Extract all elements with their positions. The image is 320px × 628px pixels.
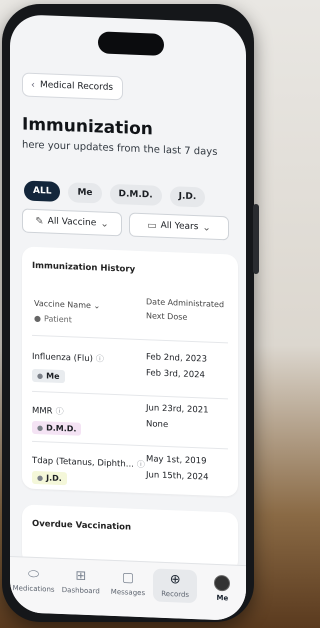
- person-icon: ●: [37, 473, 44, 482]
- message-icon: ▢: [121, 570, 135, 586]
- tab-medications[interactable]: ⬭ Medications: [12, 567, 56, 594]
- avatar: [214, 574, 231, 592]
- screen: ‹ Medical Records Immunization here your…: [10, 14, 246, 622]
- chip-jd[interactable]: J.D.: [169, 186, 206, 208]
- tab-dashboard[interactable]: ⊞ Dashboard: [59, 569, 103, 596]
- tab-label: Records: [161, 589, 190, 599]
- patient-badge: ● D.M.D.: [32, 420, 82, 436]
- card-title: Overdue Vaccination: [32, 518, 132, 533]
- tab-messages[interactable]: ▢ Messages: [106, 570, 150, 598]
- grid-icon: ⊞: [75, 568, 87, 584]
- vaccine-name: Influenza (Flu): [32, 351, 93, 365]
- person-icon: ●: [34, 313, 41, 324]
- vaccine-filter-label: All Vaccine: [47, 216, 97, 229]
- patient-name: Me: [46, 371, 60, 381]
- page-subtitle: here your updates from the last 7 days: [22, 139, 218, 158]
- chevron-down-icon: ⌄: [93, 301, 101, 311]
- column-vaccine-name: Vaccine Name: [34, 298, 91, 311]
- info-icon[interactable]: ⓘ: [56, 407, 64, 416]
- next-dose: Jun 15th, 2024: [146, 470, 209, 483]
- calendar-icon: ▭: [147, 219, 157, 232]
- patient-badge: ● Me: [32, 368, 65, 384]
- tab-label: Messages: [110, 587, 146, 598]
- info-icon[interactable]: ⓘ: [96, 354, 104, 363]
- next-dose: Feb 3rd, 2024: [146, 368, 205, 381]
- divider: [32, 440, 228, 450]
- vaccine-name: MMR: [32, 405, 53, 417]
- patient-name: J.D.: [46, 473, 62, 483]
- years-filter-label: All Years: [160, 220, 199, 233]
- back-button[interactable]: ‹ Medical Records: [22, 72, 124, 101]
- immunization-history-card: Immunization History Vaccine Name ⌄ ● Pa…: [22, 246, 238, 497]
- person-filter-chips: ALL Me D.M.D. J.D.: [24, 180, 206, 208]
- next-dose: None: [146, 419, 169, 431]
- person-icon: ●: [37, 423, 44, 432]
- phone-frame: ‹ Medical Records Immunization here your…: [2, 4, 259, 622]
- chip-me[interactable]: Me: [68, 182, 102, 204]
- tab-label: Dashboard: [61, 585, 100, 596]
- table-row-vaccine[interactable]: Influenza (Flu) ⓘ: [32, 351, 104, 365]
- column-header-left[interactable]: Vaccine Name ⌄ ● Patient: [34, 299, 100, 326]
- filter-row: ✎ All Vaccine ⌄ ▭ All Years ⌄: [22, 208, 229, 241]
- tab-label: Medications: [12, 584, 55, 594]
- tab-records[interactable]: ⊕ Records: [153, 568, 198, 604]
- vaccine-filter-dropdown[interactable]: ✎ All Vaccine ⌄: [22, 208, 122, 237]
- page-title: Immunization: [22, 114, 153, 140]
- records-icon: ⊕: [169, 572, 181, 588]
- dynamic-island: [98, 31, 164, 56]
- date-administrated: May 1st, 2019: [146, 454, 207, 467]
- chevron-down-icon: ⌄: [202, 221, 211, 234]
- divider: [32, 334, 228, 344]
- tab-label: Me: [216, 593, 229, 603]
- chip-dmd[interactable]: D.M.D.: [109, 183, 162, 206]
- bottom-tab-bar: ⬭ Medications ⊞ Dashboard ▢ Messages ⊕ R…: [10, 556, 246, 622]
- pill-icon: ⬭: [28, 566, 40, 583]
- chevron-left-icon: ‹: [31, 79, 35, 91]
- card-title: Immunization History: [32, 260, 136, 275]
- patient-badge: ● J.D.: [32, 470, 67, 486]
- chip-all[interactable]: ALL: [24, 180, 61, 202]
- patient-name: D.M.D.: [46, 423, 77, 434]
- syringe-icon: ✎: [35, 215, 44, 227]
- vaccine-name: Tdap (Tetanus, Diphth...: [32, 455, 134, 470]
- date-administrated: Jun 23rd, 2021: [146, 403, 209, 416]
- divider: [32, 390, 228, 400]
- person-icon: ●: [37, 371, 44, 380]
- tab-me[interactable]: Me: [200, 574, 244, 603]
- table-row-vaccine[interactable]: Tdap (Tetanus, Diphth... ⓘ: [32, 455, 145, 470]
- chevron-down-icon: ⌄: [100, 217, 109, 230]
- table-row-vaccine[interactable]: MMR ⓘ: [32, 405, 64, 417]
- column-patient: Patient: [43, 314, 72, 325]
- column-header-right: Date Administrated Next Dose: [146, 295, 224, 326]
- date-administrated: Feb 2nd, 2023: [146, 352, 207, 365]
- info-icon[interactable]: ⓘ: [137, 460, 145, 469]
- back-button-label: Medical Records: [40, 80, 114, 93]
- years-filter-dropdown[interactable]: ▭ All Years ⌄: [129, 212, 229, 241]
